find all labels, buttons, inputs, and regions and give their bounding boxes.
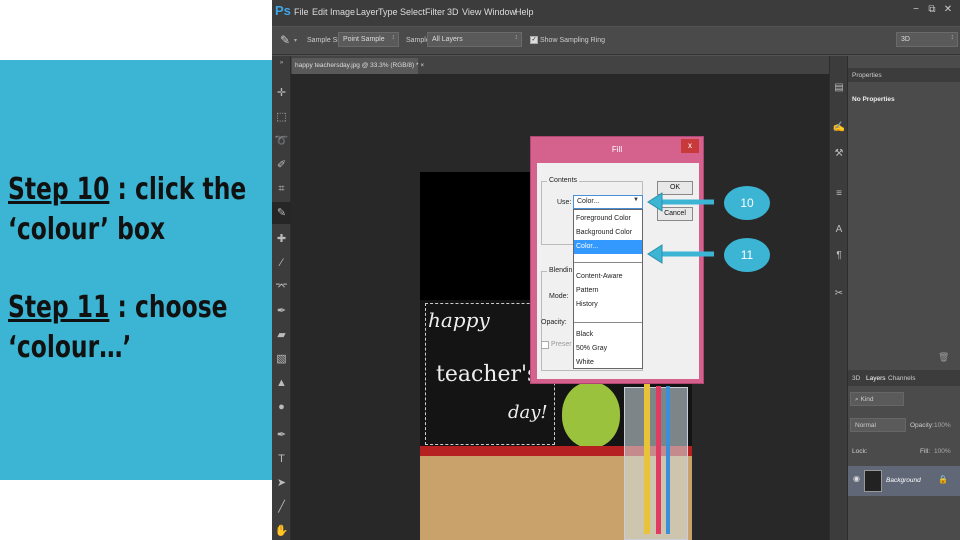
step-10-text: : click the [109,172,247,207]
slide-instruction-panel: Step 10 : click the ‘colour’ box Step 11… [0,60,272,480]
step-11-label: Step 11 [8,290,110,325]
step-11-line-2: ‘colour…’ [8,330,132,365]
step-10-line-1: Step 10 : click the [8,170,246,210]
step-10-line-2: ‘colour’ box [8,212,166,247]
step-10-label: Step 10 [8,172,110,207]
arrow-step-11 [647,244,714,264]
callout-step-10: 10 [724,186,770,220]
callout-step-11: 11 [724,238,770,272]
step-11-line-1: Step 11 : choose [8,288,228,328]
arrow-step-10 [647,192,714,212]
step-11-text: : choose [109,290,228,325]
annotation-arrows [647,192,714,264]
photoshop-window: Ps File Edit Image Layer Type Select Fil… [272,0,960,540]
